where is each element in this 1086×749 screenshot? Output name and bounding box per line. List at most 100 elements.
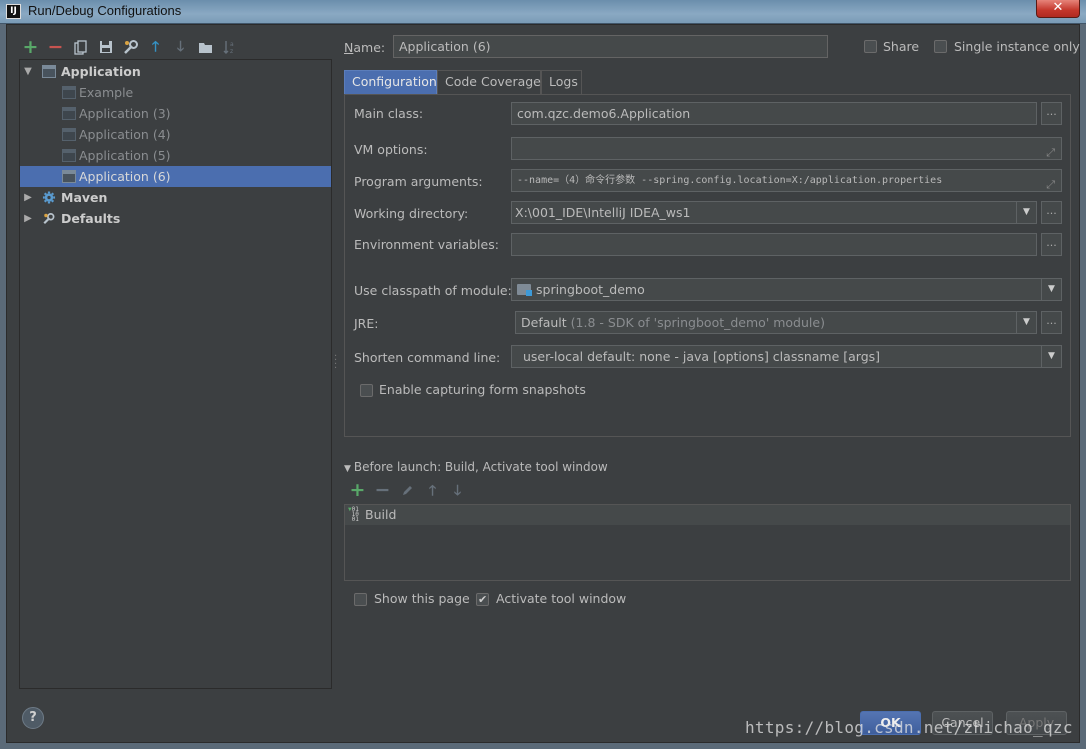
main-class-input[interactable]: com.qzc.demo6.Application [511, 102, 1037, 125]
remove-icon[interactable]: − [46, 37, 65, 57]
classpath-module-select[interactable]: springboot_demo ▼ [511, 278, 1062, 301]
single-instance-checkbox[interactable] [934, 40, 947, 53]
name-label: Name: [344, 40, 386, 55]
show-page-checkbox[interactable] [354, 593, 367, 606]
tree-label: Application (3) [79, 106, 171, 121]
add-icon[interactable]: + [21, 37, 40, 57]
tree-node-application-4[interactable]: Application (4) [20, 124, 331, 145]
move-up-icon: 🡑 [428, 482, 437, 499]
sort-icon: az [221, 38, 240, 57]
application-icon [62, 149, 76, 162]
capture-snapshots-checkbox[interactable] [360, 384, 373, 397]
jre-value: Default [521, 315, 567, 330]
chevron-down-icon[interactable]: ▼ [1016, 312, 1036, 333]
main-class-label: Main class: [354, 106, 424, 121]
panel-splitter[interactable]: · · · · [334, 352, 337, 374]
chevron-down-icon[interactable]: ▼ [1041, 279, 1061, 300]
vm-options-input[interactable]: ⤢ [511, 137, 1062, 160]
tree-node-application-3[interactable]: Application (3) [20, 103, 331, 124]
classpath-module-label: Use classpath of module: [354, 283, 512, 298]
remove-icon: − [374, 479, 391, 501]
tab-configuration[interactable]: Configuration [344, 70, 437, 94]
copy-icon[interactable] [71, 38, 90, 57]
tree-label-application: Application [61, 64, 141, 79]
collapsed-arrow-icon[interactable]: ▶ [23, 187, 33, 208]
jre-combo[interactable]: Default (1.8 - SDK of 'springboot_demo' … [515, 311, 1037, 334]
maven-gear-icon [42, 191, 56, 204]
title-bar: IJ Run/Debug Configurations ✕ [0, 0, 1086, 24]
environment-variables-label: Environment variables: [354, 237, 499, 252]
intellij-app-icon: IJ [6, 4, 21, 19]
tree-node-defaults[interactable]: ▶ Defaults [20, 208, 331, 229]
jre-label: JRE: [354, 316, 379, 331]
application-icon [42, 65, 56, 78]
application-icon [62, 128, 76, 141]
shorten-command-line-value: user-local default: none - java [options… [523, 349, 881, 364]
jre-hint: (1.8 - SDK of 'springboot_demo' module) [570, 315, 825, 330]
application-icon [62, 86, 76, 99]
move-down-icon: 🡓 [453, 482, 462, 499]
main-class-browse-button[interactable]: ... [1041, 102, 1062, 125]
move-up-icon[interactable]: 🡑 [146, 38, 165, 57]
vm-options-label: VM options: [354, 142, 428, 157]
build-icon: ▼01 10 01 [348, 506, 359, 523]
tree-label-defaults: Defaults [61, 211, 121, 226]
jre-browse-button[interactable]: ... [1041, 311, 1062, 334]
folder-icon[interactable] [196, 38, 215, 57]
activate-tool-window-label: Activate tool window [496, 591, 627, 606]
add-icon[interactable]: + [348, 481, 367, 500]
before-launch-item-label: Build [365, 507, 397, 522]
working-directory-combo[interactable]: X:\001_IDE\IntelliJ IDEA_ws1 ▼ [511, 201, 1037, 224]
tree-label: Application (5) [79, 148, 171, 163]
before-launch-header[interactable]: ▼ Before launch: Build, Activate tool win… [344, 459, 608, 474]
list-item[interactable]: ▼01 10 01 Build [345, 505, 1070, 525]
tab-logs[interactable]: Logs [541, 70, 582, 94]
edit-pencil-icon [398, 481, 417, 500]
tree-node-application-6[interactable]: Application (6) [20, 166, 331, 187]
shorten-command-line-select[interactable]: user-local default: none - java [options… [511, 345, 1062, 368]
classpath-module-value: springboot_demo [536, 282, 645, 297]
shorten-command-line-label: Shorten command line: [354, 350, 501, 365]
program-arguments-input[interactable]: --name=（4）命令行参数 --spring.config.location… [511, 169, 1062, 192]
window-title: Run/Debug Configurations [28, 3, 182, 18]
before-launch-list[interactable]: ▼01 10 01 Build [344, 504, 1071, 581]
single-instance-label: Single instance only [954, 39, 1080, 54]
tree-label: Example [79, 85, 134, 100]
tree-label: Application (4) [79, 127, 171, 142]
share-checkbox[interactable] [864, 40, 877, 53]
name-input[interactable]: Application (6) [393, 35, 828, 58]
collapsed-arrow-icon[interactable]: ▶ [23, 208, 33, 229]
application-icon [62, 170, 76, 183]
configuration-panel: Main class: com.qzc.demo6.Application ..… [344, 94, 1071, 437]
configurations-tree[interactable]: ▼ Application Example Application (3) Ap… [19, 59, 332, 689]
chevron-down-icon[interactable]: ▼ [1041, 346, 1061, 367]
working-directory-label: Working directory: [354, 206, 469, 221]
environment-variables-input[interactable] [511, 233, 1037, 256]
working-directory-browse-button[interactable]: ... [1041, 201, 1062, 224]
svg-text:a: a [230, 41, 234, 48]
activate-tool-window-checkbox[interactable] [476, 593, 489, 606]
capture-snapshots-label: Enable capturing form snapshots [379, 382, 586, 397]
working-directory-value: X:\001_IDE\IntelliJ IDEA_ws1 [515, 205, 691, 220]
chevron-down-icon[interactable]: ▼ [1016, 202, 1036, 223]
tree-node-maven[interactable]: ▶ Maven [20, 187, 331, 208]
tree-label: Application (6) [79, 169, 171, 184]
tree-label-maven: Maven [61, 190, 108, 205]
help-icon[interactable]: ? [22, 707, 44, 729]
environment-variables-browse-button[interactable]: ... [1041, 233, 1062, 256]
module-icon [517, 284, 532, 296]
move-down-icon: 🡓 [176, 39, 185, 55]
tree-node-application[interactable]: ▼ Application [20, 61, 331, 82]
expand-arrow-icon[interactable]: ▼ [23, 61, 33, 82]
tree-node-example[interactable]: Example [20, 82, 331, 103]
collapse-arrow-icon: ▼ [344, 464, 351, 474]
expand-icon[interactable]: ⤢ [1046, 174, 1055, 191]
tab-code-coverage[interactable]: Code Coverage [437, 70, 541, 94]
expand-icon[interactable]: ⤢ [1046, 142, 1055, 159]
wrench-icon[interactable] [121, 38, 140, 57]
window-close-button[interactable]: ✕ [1036, 0, 1080, 18]
svg-text:z: z [230, 48, 233, 55]
tree-node-application-5[interactable]: Application (5) [20, 145, 331, 166]
save-icon[interactable] [96, 38, 115, 57]
watermark-text: https://blog.csdn.net/zhichao_qzc [745, 718, 1073, 737]
